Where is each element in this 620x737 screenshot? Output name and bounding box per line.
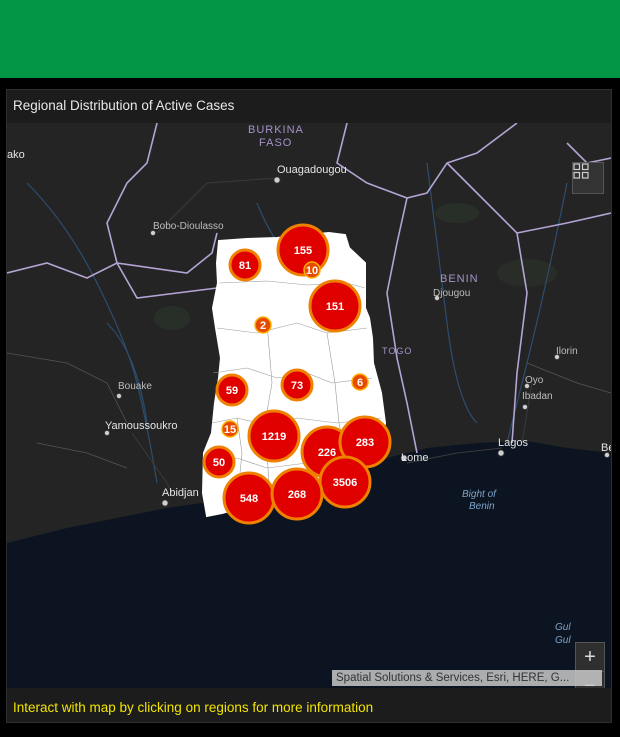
- cluster-count: 73: [291, 380, 303, 392]
- terrain: [435, 203, 479, 223]
- map-attribution[interactable]: Spatial Solutions & Services, Esri, HERE…: [332, 670, 602, 686]
- cluster-marker[interactable]: 1219: [247, 409, 301, 463]
- place-lagos: Lagos: [498, 437, 528, 449]
- cluster-count: 155: [294, 245, 312, 257]
- cluster-marker[interactable]: 15: [221, 420, 239, 438]
- cluster-count: 283: [356, 437, 374, 449]
- place-bobo-dioulasso: Bobo-Dioulasso: [153, 221, 224, 232]
- cluster-marker[interactable]: 50: [202, 445, 236, 479]
- cluster-count: 151: [326, 301, 344, 313]
- footer-hint: Interact with map by clicking on regions…: [13, 700, 374, 715]
- basemap[interactable]: BURKINA FASO BENIN TOGO Ouagadougou Bobo…: [7, 123, 611, 688]
- panel-title: Regional Distribution of Active Cases: [13, 98, 235, 113]
- water-label-bight: Bight of: [462, 489, 497, 500]
- cluster-count: 1219: [262, 431, 286, 443]
- water-label-benin: Benin: [469, 501, 495, 512]
- cluster-count: 81: [239, 260, 251, 272]
- map-panel: Regional Distribution of Active Cases BU…: [6, 89, 612, 723]
- cluster-count: 10: [306, 265, 318, 277]
- cluster-count: 3506: [333, 477, 357, 489]
- cluster-count: 6: [357, 377, 363, 389]
- cluster-marker[interactable]: 155: [276, 223, 330, 277]
- zoom-in-button[interactable]: +: [576, 643, 604, 672]
- water-label-gulf: Gul: [555, 622, 571, 633]
- place-ibadan: Ibadan: [522, 391, 553, 402]
- place-abidjan: Abidjan: [162, 487, 199, 499]
- cluster-count: 226: [318, 447, 336, 459]
- cluster-marker[interactable]: 81: [228, 248, 262, 282]
- grid-icon: [573, 163, 589, 179]
- place-ako: ako: [7, 149, 25, 161]
- cluster-count: 2: [260, 320, 266, 332]
- cluster-count: 50: [213, 457, 225, 469]
- cluster-count: 548: [240, 493, 258, 505]
- top-header-bar: [0, 0, 620, 78]
- map-view[interactable]: BURKINA FASO BENIN TOGO Ouagadougou Bobo…: [7, 123, 611, 688]
- cluster-marker[interactable]: 73: [280, 368, 314, 402]
- place-yamoussoukro: Yamoussoukro: [105, 420, 178, 432]
- place-lome: Lome: [401, 452, 429, 464]
- cluster-marker[interactable]: 3506: [318, 455, 372, 509]
- country-label-benin: BENIN: [440, 273, 479, 285]
- country-label-togo: TOGO: [382, 346, 412, 356]
- cluster-marker[interactable]: 10: [303, 261, 321, 279]
- cluster-marker[interactable]: 2: [254, 316, 272, 334]
- place-ouagadougou: Ouagadougou: [277, 164, 347, 176]
- cluster-marker[interactable]: 548: [222, 471, 276, 525]
- cluster-marker[interactable]: 59: [215, 373, 249, 407]
- cluster-marker[interactable]: 6: [351, 373, 369, 391]
- cluster-marker[interactable]: 268: [270, 467, 324, 521]
- cluster-marker[interactable]: 151: [308, 279, 362, 333]
- country-label-faso: FASO: [259, 137, 292, 149]
- place-djougou: Djougou: [433, 288, 470, 299]
- place-bouake: Bouake: [118, 381, 152, 392]
- cluster-count: 268: [288, 489, 306, 501]
- terrain: [154, 306, 190, 330]
- cluster-count: 15: [224, 424, 236, 436]
- country-label-burkina: BURKINA: [248, 124, 304, 136]
- place-ilorin: Ilorin: [556, 346, 578, 357]
- cluster-count: 59: [226, 385, 238, 397]
- basemap-gallery-button[interactable]: [572, 162, 604, 194]
- place-oyo: Oyo: [525, 375, 544, 386]
- water-label-gulf-2: Gul: [555, 635, 571, 646]
- place-be: Be: [601, 442, 611, 454]
